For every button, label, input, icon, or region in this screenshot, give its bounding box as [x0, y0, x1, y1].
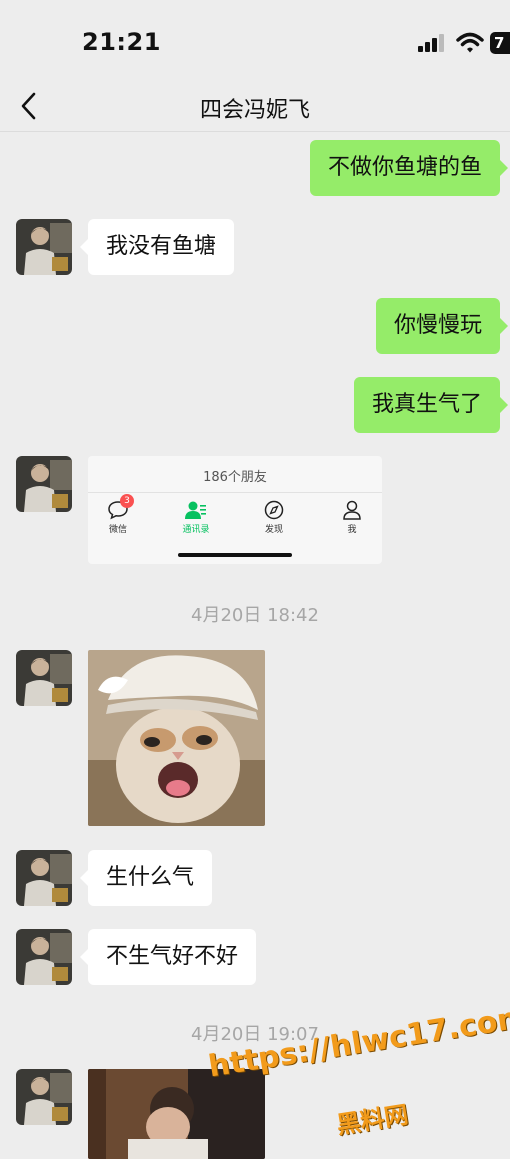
message-bubble-incoming[interactable]: 我没有鱼塘	[79, 219, 235, 275]
tab-label: 我	[347, 525, 357, 535]
battery-icon: 7	[490, 32, 510, 54]
avatar-photo	[16, 1069, 72, 1125]
avatar[interactable]	[16, 456, 72, 512]
unread-badge: 3	[120, 494, 134, 508]
message-bubble-outgoing[interactable]: 你慢慢玩	[375, 298, 509, 354]
watermark-overlay: https://hlwc17.com 黑料网	[206, 999, 510, 1150]
signal-icon	[418, 34, 444, 52]
tab-label: 发现	[264, 525, 283, 535]
contacts-icon	[185, 501, 206, 519]
message-bubble-outgoing[interactable]: 我真生气了	[353, 377, 509, 433]
avatar-photo	[16, 456, 72, 512]
chat-title: 四会冯妮飞	[199, 98, 310, 123]
compass-icon	[264, 500, 284, 520]
watermark-url: https://hlwc17.com	[206, 999, 510, 1085]
divider	[88, 492, 382, 493]
chat-header: 四会冯妮飞	[0, 80, 510, 132]
cat-sticker-image	[88, 650, 265, 826]
tab-label: 通讯录	[182, 525, 210, 535]
avatar-photo	[16, 850, 72, 906]
watermark-brand: 黑料网	[334, 1100, 411, 1140]
tab-discover: 发现	[244, 500, 304, 535]
avatar[interactable]	[16, 1069, 72, 1125]
message-bubble-incoming[interactable]: 生什么气	[79, 850, 213, 906]
wifi-icon	[456, 32, 484, 53]
message-bubble-incoming[interactable]: 不生气好不好	[79, 929, 257, 985]
status-time: 21:21	[82, 28, 161, 56]
tab-wechat: 3 微信	[88, 494, 148, 535]
tab-contacts: 通讯录	[166, 500, 226, 535]
image-message-cat[interactable]	[88, 650, 265, 826]
status-bar: 21:21 7	[0, 0, 510, 80]
avatar[interactable]	[16, 219, 72, 275]
avatar-photo	[16, 929, 72, 985]
message-bubble-outgoing[interactable]: 不做你鱼塘的鱼	[309, 140, 509, 196]
tab-label: 微信	[108, 525, 127, 535]
avatar[interactable]	[16, 650, 72, 706]
avatar[interactable]	[16, 850, 72, 906]
person-icon	[343, 500, 361, 520]
avatar[interactable]	[16, 929, 72, 985]
home-indicator	[178, 553, 292, 557]
friend-count: 186个朋友	[203, 470, 267, 485]
message-timestamp: 4月20日 18:42	[191, 605, 319, 626]
screenshot-message[interactable]: 186个朋友 3 微信 通讯录 发现 我	[88, 456, 382, 564]
tab-me: 我	[322, 500, 382, 535]
avatar-photo	[16, 219, 72, 275]
avatar-photo	[16, 650, 72, 706]
